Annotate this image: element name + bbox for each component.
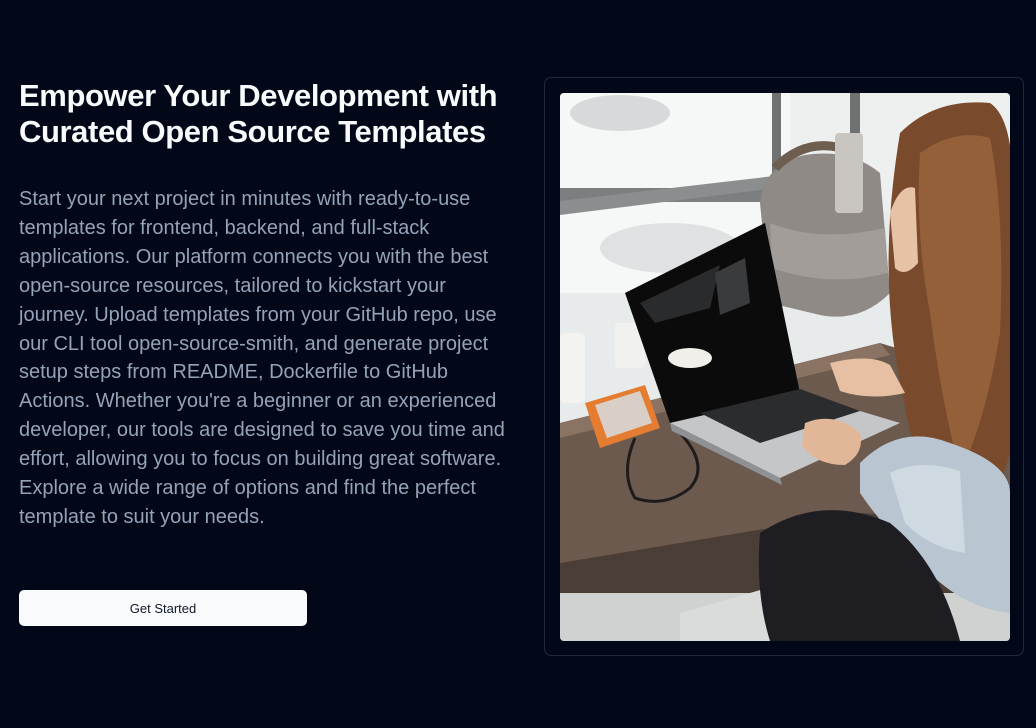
get-started-button[interactable]: Get Started: [19, 590, 307, 626]
hero-photo-woman-laptop: [560, 93, 1010, 641]
hero-title: Empower Your Development with Curated Op…: [19, 78, 498, 149]
hero-image-card: [544, 77, 1024, 656]
hero-description: Start your next project in minutes with …: [19, 188, 505, 528]
